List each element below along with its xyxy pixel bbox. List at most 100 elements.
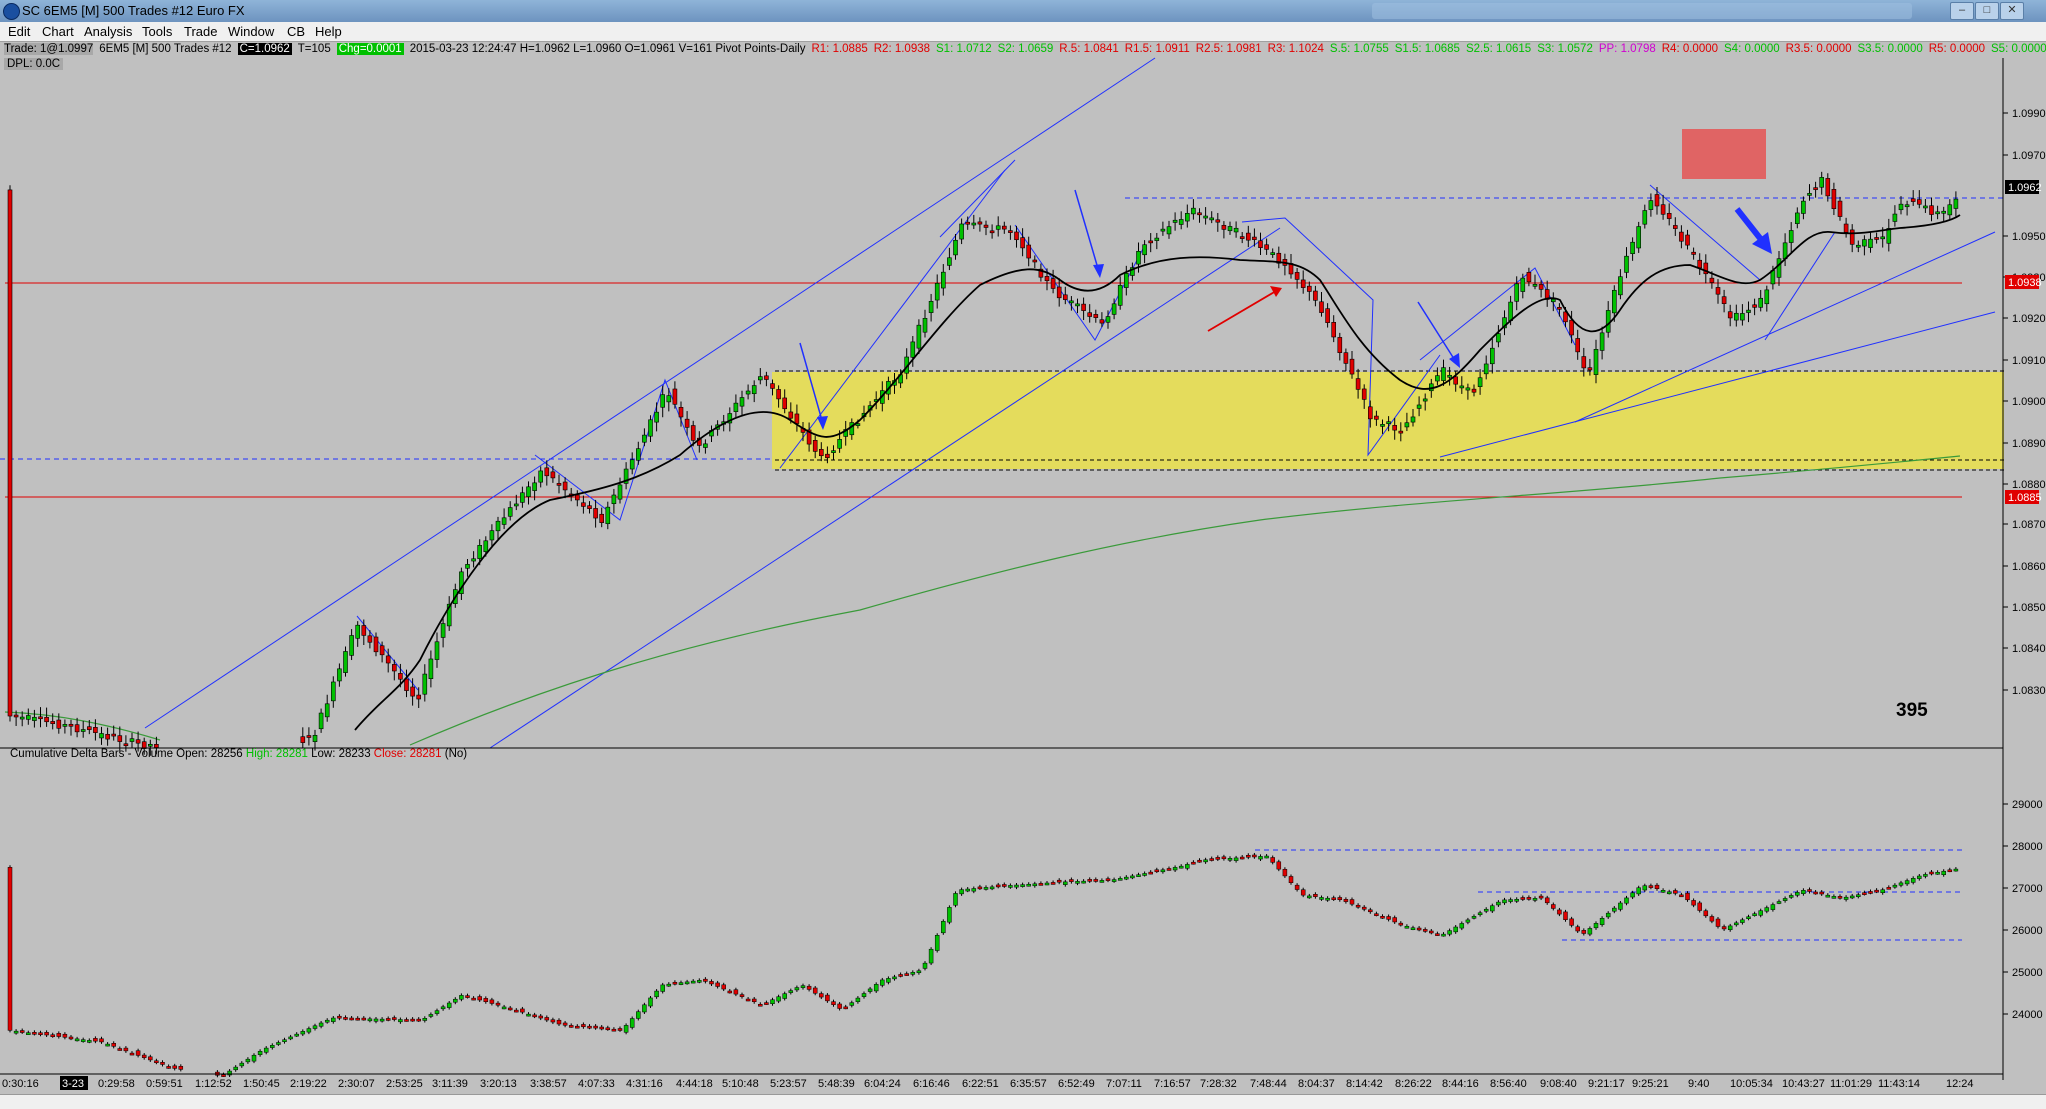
candle-body <box>1709 277 1715 283</box>
channel-lower-line <box>489 227 1281 749</box>
time-tick-label: 3:20:13 <box>480 1078 517 1090</box>
delta-bar <box>306 1028 312 1033</box>
candle-body <box>788 411 794 419</box>
candle-body <box>995 225 1001 230</box>
candle-body <box>373 636 379 653</box>
candle-body <box>837 439 842 449</box>
candle-body <box>123 743 129 747</box>
status-bar <box>0 1094 2046 1109</box>
time-tick-label: 10:43:27 <box>1782 1078 1825 1090</box>
candle-body <box>1508 301 1513 321</box>
candle-body <box>782 397 788 410</box>
delta-bar <box>1532 898 1538 901</box>
time-tick-label: 5:48:39 <box>818 1078 855 1090</box>
candle-body <box>672 388 678 405</box>
delta-bar <box>1032 883 1038 887</box>
delta-bar <box>1221 856 1227 860</box>
delta-bar <box>1044 882 1050 886</box>
candle-body <box>465 564 470 569</box>
candle-body <box>654 411 659 423</box>
candle-body <box>1752 304 1757 308</box>
candle-body <box>1538 284 1544 290</box>
delta-subchart-title: Cumulative Delta Bars - Volume Open: 282… <box>10 748 467 760</box>
time-tick-label: 8:14:42 <box>1346 1078 1383 1090</box>
candle-body <box>337 668 342 682</box>
delta-bar <box>1575 926 1580 932</box>
candle-body <box>1197 212 1202 216</box>
candle-body <box>1843 223 1849 233</box>
delta-bar <box>1880 889 1885 894</box>
delta-bar <box>1685 892 1690 901</box>
delta-bar <box>1679 894 1684 898</box>
candle-body <box>1343 352 1349 364</box>
candle-body <box>19 716 25 720</box>
delta-bar <box>1618 902 1623 910</box>
candle-body <box>1782 242 1788 260</box>
candle-body <box>965 221 971 225</box>
delta-bar <box>922 962 928 969</box>
candle-body <box>129 738 135 742</box>
candle-body <box>1380 424 1385 427</box>
delta-bar <box>965 888 970 892</box>
candle-body <box>1599 332 1605 351</box>
delta-bar <box>1130 875 1135 879</box>
price-tick-label: 1.0910 <box>2012 355 2046 367</box>
candle-body <box>391 664 397 672</box>
candle-body <box>922 317 928 333</box>
delta-bar <box>721 984 726 990</box>
candle-body <box>1124 273 1129 288</box>
candle-body <box>1746 309 1751 313</box>
delta-bar <box>520 1008 525 1013</box>
time-tick-label: 7:07:11 <box>1106 1078 1142 1090</box>
candle-body <box>764 375 769 380</box>
candle-body <box>1154 237 1160 241</box>
time-tick-label: 8:56:40 <box>1490 1078 1527 1090</box>
delta-bar <box>459 995 464 1000</box>
time-tick-label: 3:11:39 <box>432 1078 468 1090</box>
delta-bar <box>129 1052 135 1056</box>
delta-bar <box>947 907 952 923</box>
delta-bar <box>703 978 708 982</box>
delta-bar <box>1154 869 1160 873</box>
delta-bar <box>1361 906 1367 910</box>
delta-bar <box>1099 880 1105 883</box>
delta-bar <box>1459 923 1465 929</box>
candle-body <box>1069 300 1074 304</box>
delta-bar <box>1788 895 1794 898</box>
delta-bar <box>1227 858 1233 861</box>
delta-bar <box>1904 880 1910 885</box>
candle-body <box>1605 310 1611 333</box>
delta-bar <box>117 1048 123 1051</box>
candle-body <box>1575 338 1580 353</box>
candle-body <box>1727 311 1733 319</box>
candle-body <box>532 482 537 491</box>
candle-body <box>635 448 641 461</box>
candle-body <box>940 271 946 289</box>
delta-bar <box>538 1015 543 1019</box>
chart-canvas[interactable]: 1.09901.09701.09501.09301.09201.09101.09… <box>0 0 2046 1108</box>
candle-body <box>62 724 68 727</box>
candle-body <box>1819 177 1824 188</box>
arrow-down-2 <box>1074 189 1104 278</box>
delta-bar <box>32 1032 37 1035</box>
price-tick-label: 1.0880 <box>2012 479 2046 491</box>
delta-bar <box>1581 930 1587 934</box>
delta-bar <box>507 1007 513 1011</box>
time-tick-label: 7:16:57 <box>1154 1078 1191 1090</box>
delta-bar <box>1368 909 1373 913</box>
delta-tick-label: 24000 <box>2012 1009 2043 1021</box>
delta-bar <box>1477 912 1483 916</box>
candle-body <box>1471 388 1477 393</box>
candle-body <box>1880 236 1885 240</box>
delta-bar <box>1014 884 1019 888</box>
delta-bar <box>172 1065 177 1069</box>
delta-bar <box>1063 881 1068 885</box>
delta-bar <box>1508 899 1513 902</box>
candle-body <box>1386 421 1391 424</box>
delta-bar <box>916 970 922 974</box>
delta-bar <box>1020 884 1025 887</box>
time-tick-label: 2:19:22 <box>290 1078 327 1090</box>
candle-body <box>1331 322 1336 338</box>
delta-bar <box>764 1002 769 1005</box>
candle-body <box>1874 237 1879 240</box>
